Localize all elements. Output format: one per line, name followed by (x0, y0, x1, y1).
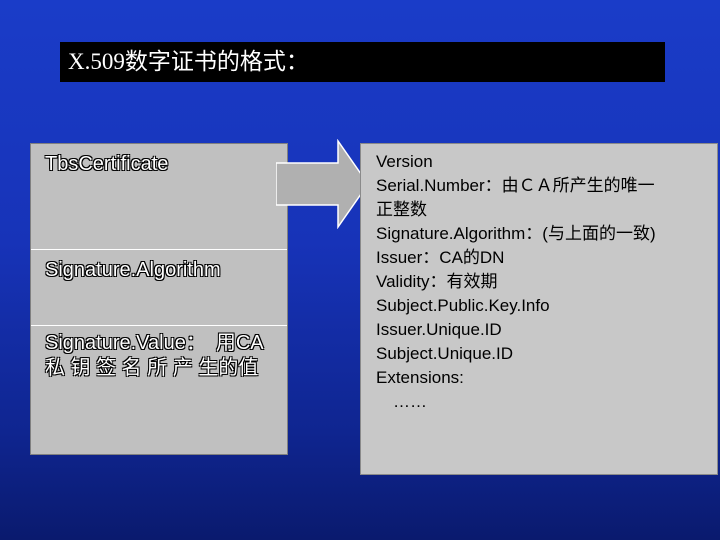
signature-value-cell: Signature.Value： 用CA私 钥 签 名 所 产 生的值 (31, 325, 287, 455)
field-serial-number-cont: 正整数 (376, 200, 427, 219)
field-subject-unique-id: Subject.Unique.ID (376, 344, 514, 363)
tbs-certificate-cell: TbsCertificate (31, 144, 287, 249)
tbs-certificate-label: TbsCertificate (45, 153, 169, 175)
tbs-certificate-fields-panel: Version Serial.Number：由ＣＡ所产生的唯一 正整数 Sign… (360, 143, 718, 475)
signature-algorithm-label: Signature.Algorithm (45, 259, 221, 281)
field-signature-algorithm: Signature.Algorithm：(与上面的一致) (376, 224, 656, 243)
field-subject-public-key-info: Subject.Public.Key.Info (376, 296, 550, 315)
field-issuer-unique-id: Issuer.Unique.ID (376, 320, 502, 339)
field-issuer: Issuer：CA的DN (376, 248, 505, 267)
certificate-structure-table: TbsCertificate Signature.Algorithm Signa… (30, 143, 288, 455)
right-arrow-icon (276, 139, 369, 229)
slide-title: X.509数字证书的格式： (60, 42, 665, 82)
field-serial-number: Serial.Number：由ＣＡ所产生的唯一 (376, 176, 655, 195)
field-ellipsis: …… (376, 392, 427, 411)
field-extensions: Extensions: (376, 368, 464, 387)
field-validity: Validity：有效期 (376, 272, 498, 291)
signature-value-label: Signature.Value： 用CA私 钥 签 名 所 产 生的值 (45, 332, 264, 379)
signature-algorithm-cell: Signature.Algorithm (31, 249, 287, 325)
field-version: Version (376, 152, 433, 171)
